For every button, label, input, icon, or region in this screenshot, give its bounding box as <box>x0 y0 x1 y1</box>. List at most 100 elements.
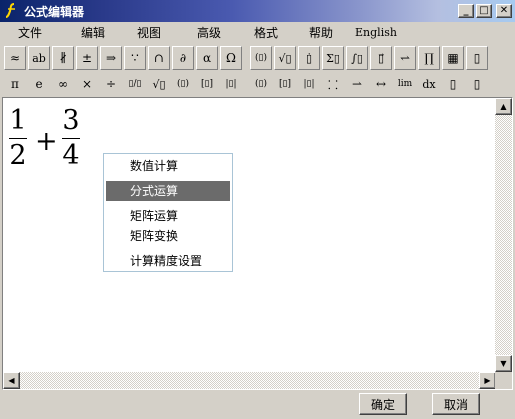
relation-symbols-icon: ≈ <box>9 51 21 65</box>
infinity-button[interactable]: ∞ <box>52 72 74 96</box>
relation-symbols-button[interactable]: ≈ <box>4 46 26 70</box>
paren-matrix-button[interactable]: (▯) <box>250 72 272 96</box>
menu-view[interactable]: 视图 <box>122 24 176 41</box>
determinant-button[interactable]: |▯| <box>298 72 320 96</box>
parentheses-button[interactable]: (▯) <box>172 72 194 96</box>
divide-button[interactable]: ÷ <box>100 72 122 96</box>
horizontal-scrollbar[interactable]: ◀ ▶ <box>3 372 496 389</box>
stack-template-button[interactable]: ▯ <box>466 72 488 96</box>
menu-item-fraction-ops[interactable]: 分式运算 <box>106 181 230 201</box>
fraction-denominator: 2 <box>9 140 27 171</box>
formula-editor[interactable]: 1 2 + 3 4 ▲ ▼ ◀ ▶ <box>2 97 513 390</box>
scroll-down-button[interactable]: ▼ <box>495 355 512 372</box>
menu-item-precision-settings[interactable]: 计算精度设置 <box>106 251 230 271</box>
misc-symbols-icon: ∂ <box>179 51 187 65</box>
pi-button[interactable]: π <box>4 72 26 96</box>
logic-symbols-icon: ∵ <box>131 51 139 65</box>
operators-button[interactable]: ± <box>76 46 98 70</box>
labeled-arrow-button[interactable]: ⥋ <box>394 46 416 70</box>
vector-arrow-button[interactable]: ⇀ <box>346 72 368 96</box>
minimize-button[interactable]: _ <box>458 4 474 18</box>
summation-button[interactable]: Σ▯ <box>322 46 344 70</box>
context-menu: 数值计算 分式运算 矩阵运算 矩阵变换 计算精度设置 <box>103 153 233 272</box>
menu-item-matrix-ops[interactable]: 矩阵运算 <box>106 206 230 226</box>
logic-symbols-button[interactable]: ∵ <box>124 46 146 70</box>
cancel-button[interactable]: 取消 <box>432 393 480 415</box>
spacing-button[interactable]: ab <box>28 46 50 70</box>
menu-advanced[interactable]: 高级 <box>180 24 238 41</box>
limit-button[interactable]: lim <box>394 72 416 96</box>
integral-icon: ∫▯ <box>351 51 363 65</box>
e-constant-icon: e <box>35 77 43 91</box>
box-template-button[interactable]: ▯ <box>442 72 464 96</box>
arrow-right-icon: ▶ <box>484 376 491 385</box>
brackets-button[interactable]: [▯] <box>196 72 218 96</box>
misc-templates-button[interactable]: ▯ <box>466 46 488 70</box>
determinant-icon: |▯| <box>303 79 315 89</box>
menu-item-matrix-transform[interactable]: 矩阵变换 <box>106 226 230 246</box>
absolute-value-button[interactable]: |▯| <box>220 72 242 96</box>
operators-icon: ± <box>81 51 93 65</box>
square-root-button[interactable]: √▯ <box>148 72 170 96</box>
title-bar[interactable]: 公式编辑器 _ □ ✕ <box>0 0 515 22</box>
vertical-scrollbar[interactable]: ▲ ▼ <box>495 98 512 372</box>
fraction-three-quarters[interactable]: 3 4 <box>62 106 80 171</box>
matrix-icon: ▦ <box>447 51 459 65</box>
paren-matrix-icon: (▯) <box>255 79 267 89</box>
menu-english[interactable]: English <box>348 26 404 39</box>
fraction-template-button[interactable]: ▯/▯ <box>124 72 146 96</box>
matrix-button[interactable]: ▦ <box>442 46 464 70</box>
integral-button[interactable]: ∫▯ <box>346 46 368 70</box>
scroll-left-button[interactable]: ◀ <box>3 372 20 389</box>
greek-uppercase-button[interactable]: Ω <box>220 46 242 70</box>
close-button[interactable]: ✕ <box>496 4 512 18</box>
menu-separator <box>106 203 230 204</box>
differential-button[interactable]: dx <box>418 72 440 96</box>
greek-lowercase-button[interactable]: α <box>196 46 218 70</box>
products-sets-button[interactable]: ∏ <box>418 46 440 70</box>
e-constant-button[interactable]: e <box>28 72 50 96</box>
menu-help[interactable]: 帮助 <box>294 24 348 41</box>
matrix-dots-button[interactable]: ⸬ <box>322 72 344 96</box>
formula-canvas[interactable]: 1 2 + 3 4 <box>3 98 496 372</box>
fraction-bar <box>62 138 80 139</box>
arrows-icon: ⇒ <box>105 51 117 65</box>
fraction-one-half[interactable]: 1 2 <box>9 106 27 171</box>
set-theory-button[interactable]: ∩ <box>148 46 170 70</box>
menu-edit[interactable]: 编辑 <box>64 24 122 41</box>
limit-icon: lim <box>397 79 413 89</box>
scroll-up-button[interactable]: ▲ <box>495 98 512 115</box>
bracket-matrix-button[interactable]: [▯] <box>274 72 296 96</box>
close-icon: ✕ <box>499 5 509 16</box>
stack-template-icon: ▯ <box>473 77 481 91</box>
greek-uppercase-icon: Ω <box>226 51 236 65</box>
arrows-button[interactable]: ⇒ <box>100 46 122 70</box>
fraction-radical-icon: √▯ <box>278 51 292 65</box>
overbar-underbar-button[interactable]: ▯⃗ <box>370 46 392 70</box>
matrix-dots-icon: ⸬ <box>328 77 338 92</box>
set-theory-icon: ∩ <box>153 51 165 65</box>
times-button[interactable]: × <box>76 72 98 96</box>
menu-format[interactable]: 格式 <box>238 24 294 41</box>
absolute-value-icon: |▯| <box>225 79 237 89</box>
scroll-right-button[interactable]: ▶ <box>479 372 496 389</box>
fraction-radical-button[interactable]: √▯ <box>274 46 296 70</box>
maximize-button[interactable]: □ <box>476 4 492 18</box>
fraction-template-icon: ▯/▯ <box>128 79 142 89</box>
menu-item-numeric-calc[interactable]: 数值计算 <box>106 156 230 176</box>
greek-lowercase-icon: α <box>202 51 212 65</box>
misc-symbols-button[interactable]: ∂ <box>172 46 194 70</box>
overbar-underbar-icon: ▯⃗ <box>377 51 385 65</box>
ok-button[interactable]: 确定 <box>359 393 407 415</box>
arrow-up-icon: ▲ <box>500 102 507 111</box>
fence-templates-button[interactable]: (▯) <box>250 46 272 70</box>
fraction-numerator: 3 <box>62 105 80 136</box>
labeled-arrow-icon: ⥋ <box>399 51 411 65</box>
menu-file[interactable]: 文件 <box>4 24 56 41</box>
minimize-icon: _ <box>463 5 469 16</box>
fraction-bar <box>9 138 27 139</box>
double-arrow-button[interactable]: ↔ <box>370 72 392 96</box>
subscript-superscript-button[interactable]: ▯̇ <box>298 46 320 70</box>
embellishments-button[interactable]: ∦ <box>52 46 74 70</box>
arrow-down-icon: ▼ <box>500 359 507 368</box>
